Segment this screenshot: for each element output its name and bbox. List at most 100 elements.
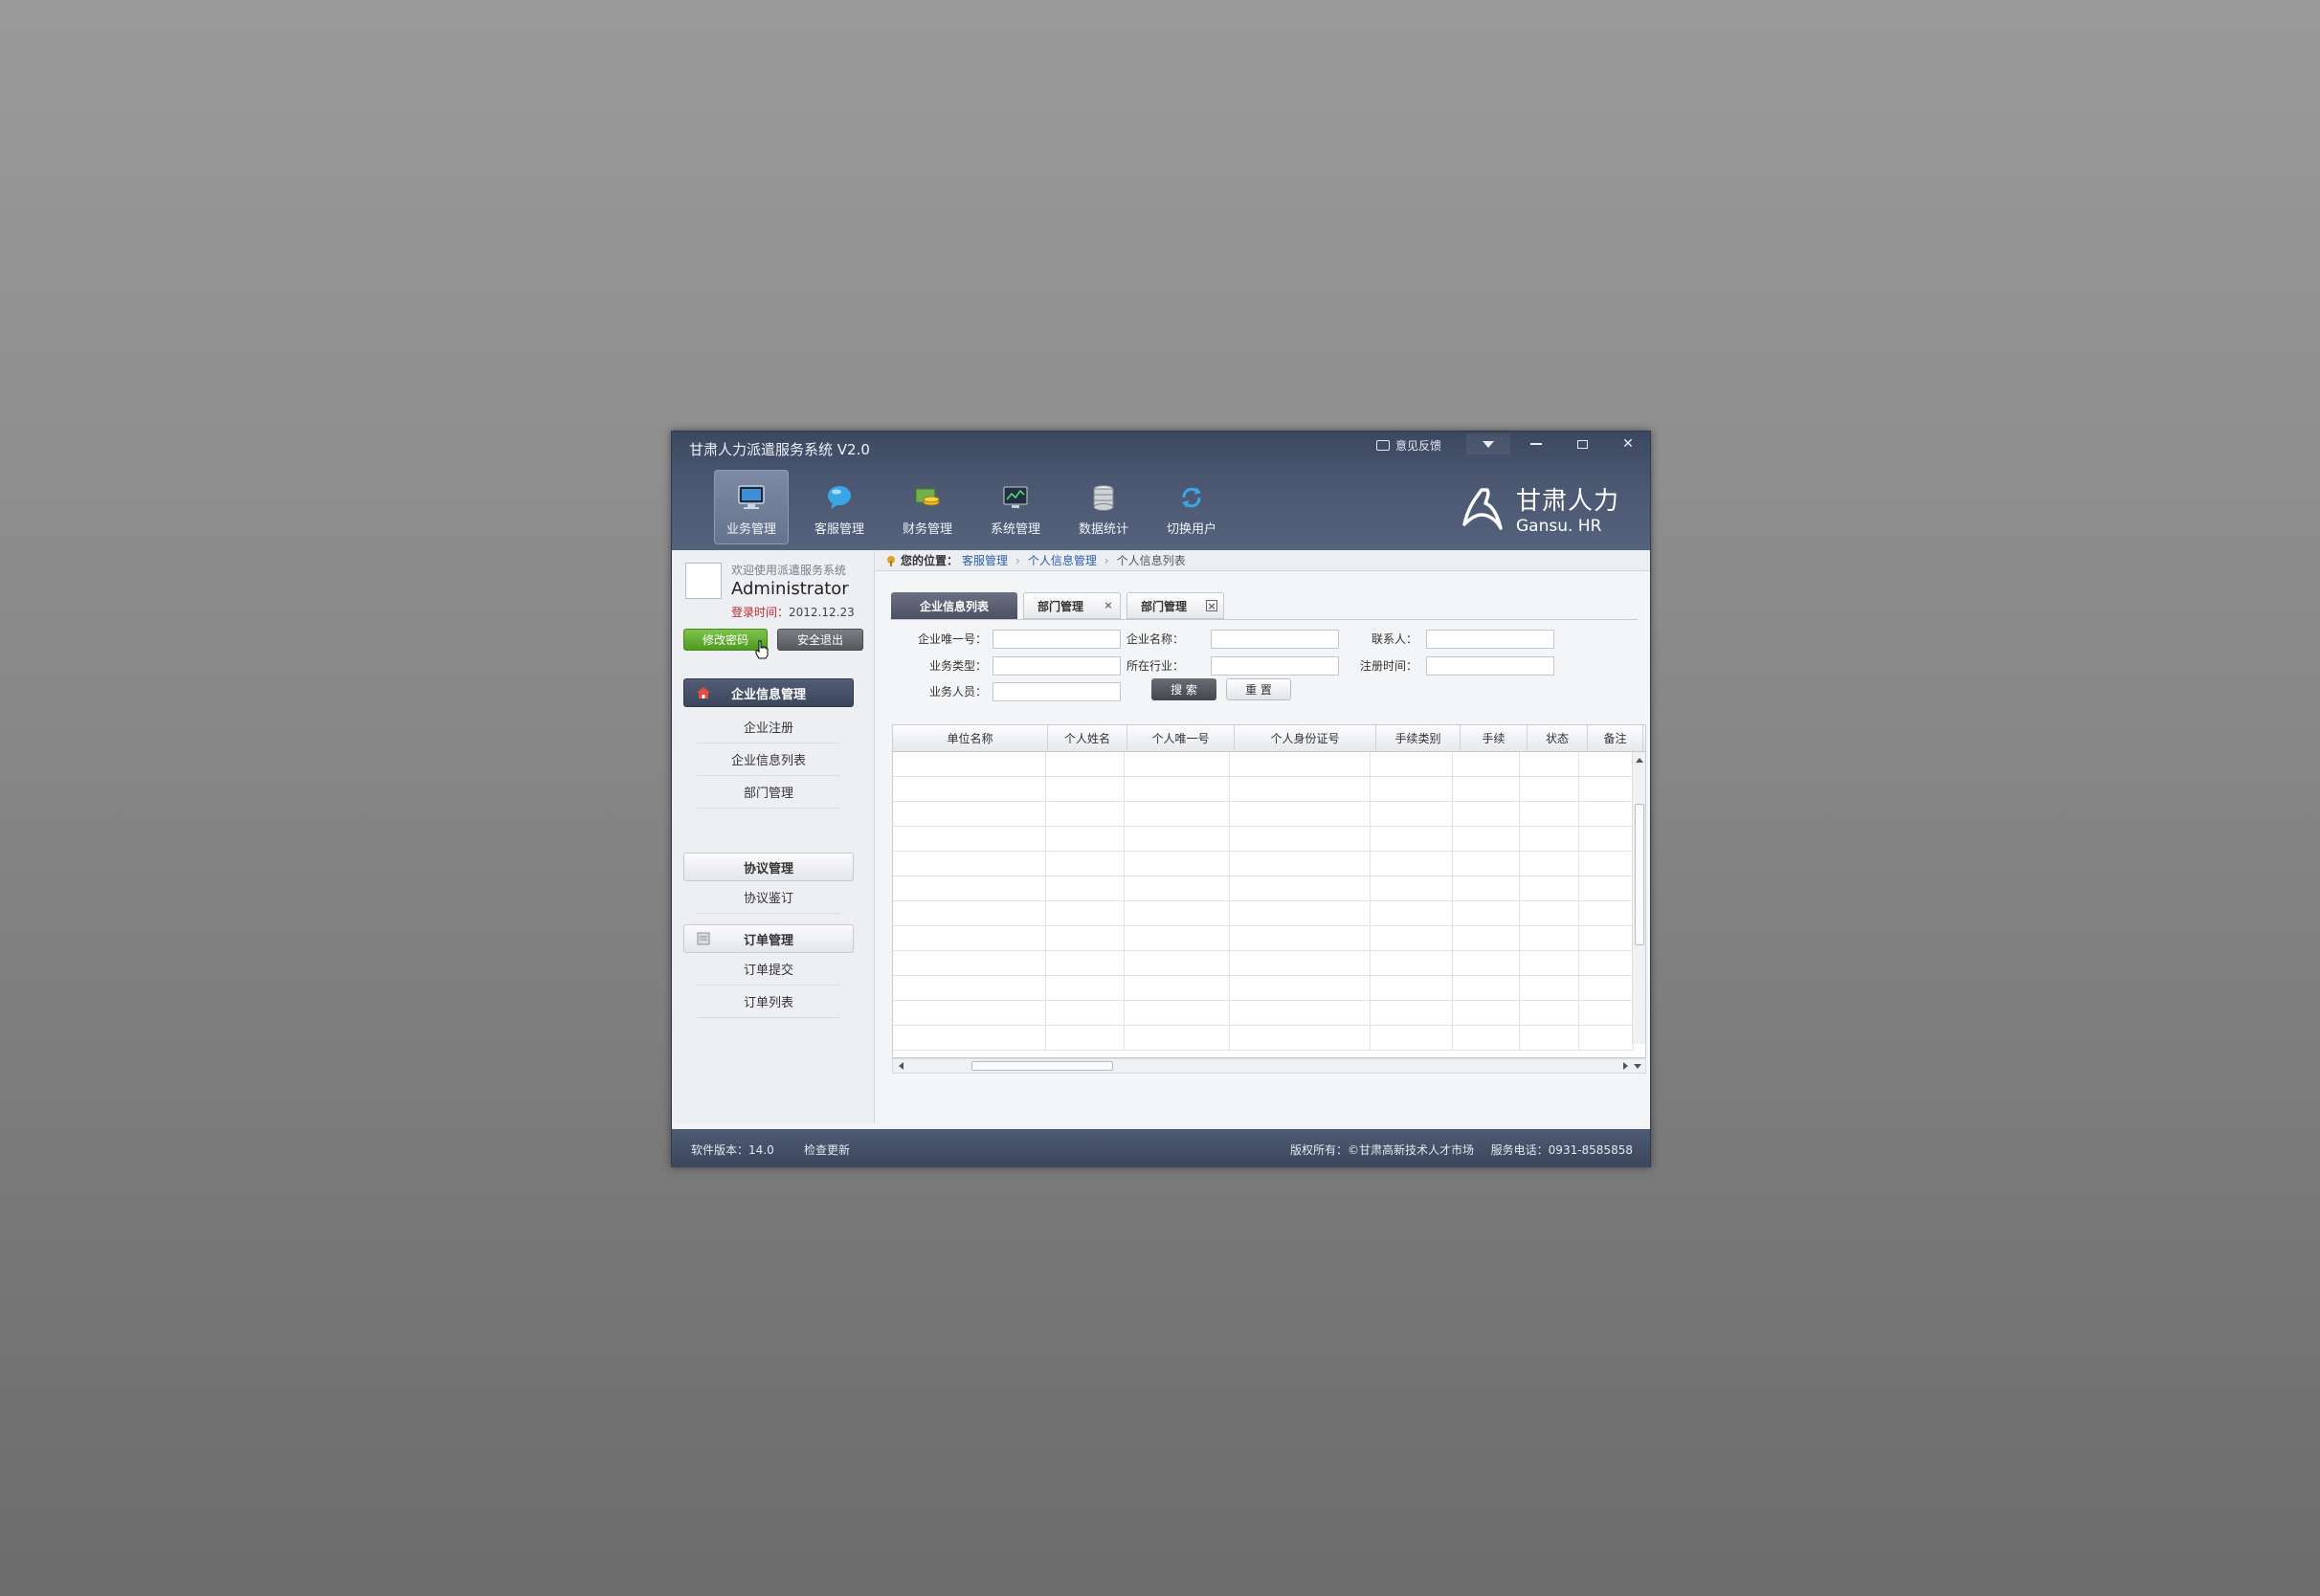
table-row[interactable] (893, 901, 1634, 926)
check-update-link[interactable]: 检查更新 (804, 1142, 850, 1158)
table-cell (1579, 1026, 1634, 1050)
field-label: 所在行业： (1126, 659, 1184, 673)
tab-close-icon[interactable]: × (1103, 600, 1114, 611)
main-nav: 业务管理 客服管理 财务管理 系统管理 数据统计 切换用户 (714, 470, 1229, 544)
scroll-left-icon[interactable] (899, 1062, 903, 1070)
app-window: 甘肃人力派遣服务系统 V2.0 意见反馈 ✕ 业务管理 客服管理 财务管理 系统… (671, 431, 1651, 1167)
table-row[interactable] (893, 752, 1634, 777)
nav-business[interactable]: 业务管理 (714, 470, 789, 544)
table-cell (893, 901, 1046, 925)
restore-icon (1576, 439, 1588, 449)
close-button[interactable]: ✕ (1606, 433, 1650, 454)
scroll-thumb[interactable] (1635, 804, 1644, 945)
table-row[interactable] (893, 802, 1634, 827)
table-cell (1371, 752, 1454, 776)
table-cell (1579, 876, 1634, 900)
logout-button[interactable]: 安全退出 (777, 629, 863, 651)
search-button[interactable]: 搜 索 (1151, 678, 1216, 700)
scroll-right-icon[interactable] (1623, 1062, 1628, 1070)
nav-finance[interactable]: 财务管理 (890, 470, 965, 544)
nav-switch-user[interactable]: 切换用户 (1154, 470, 1229, 544)
scroll-down-icon[interactable] (1634, 1064, 1641, 1069)
table-cell (1046, 777, 1125, 801)
breadcrumb-item[interactable]: 个人信息管理 (1028, 552, 1097, 568)
sidebar-item-department[interactable]: 部门管理 (697, 776, 840, 809)
home-icon (697, 687, 710, 698)
table-cell (1125, 802, 1231, 826)
reset-button[interactable]: 重 置 (1226, 678, 1291, 700)
business-staff-input[interactable] (993, 682, 1121, 701)
table-cell (1453, 1001, 1520, 1025)
hand-cursor-icon (755, 640, 769, 659)
table-row[interactable] (893, 876, 1634, 901)
sidebar-group-title: 企业信息管理 (730, 687, 806, 702)
table-row[interactable] (893, 926, 1634, 951)
restore-button[interactable] (1560, 433, 1604, 454)
table-row[interactable] (893, 1001, 1634, 1026)
nav-system[interactable]: 系统管理 (978, 470, 1053, 544)
industry-input[interactable] (1211, 656, 1339, 676)
column-header[interactable]: 单位名称 (893, 725, 1048, 751)
sidebar-item-order-list[interactable]: 订单列表 (697, 986, 840, 1018)
sidebar-item-agreement-sign[interactable]: 协议鉴订 (697, 881, 840, 914)
table-cell (1371, 827, 1454, 851)
table-cell (1125, 976, 1231, 1000)
table-row[interactable] (893, 951, 1634, 976)
table-cell (1230, 752, 1371, 776)
table-row[interactable] (893, 1026, 1634, 1051)
close-icon: ✕ (1622, 436, 1634, 452)
table-cell (1579, 852, 1634, 876)
sidebar-item-order-submit[interactable]: 订单提交 (697, 953, 840, 986)
horizontal-scrollbar[interactable] (892, 1058, 1646, 1074)
tab-divider (891, 619, 1638, 620)
dropdown-arrow-icon (1483, 440, 1494, 448)
table-cell (1453, 777, 1520, 801)
table-cell (1046, 752, 1125, 776)
table-row[interactable] (893, 827, 1634, 852)
window-menu-button[interactable] (1466, 433, 1510, 454)
sidebar-item-enterprise-register[interactable]: 企业注册 (697, 711, 840, 743)
feedback-button[interactable]: 意见反馈 (1376, 437, 1441, 454)
table-cell (1453, 852, 1520, 876)
column-header[interactable]: 手续 (1461, 725, 1528, 751)
table-row[interactable] (893, 852, 1634, 876)
sidebar-group-agreement[interactable]: 协议管理 (683, 853, 854, 881)
table-cell (1230, 852, 1371, 876)
table-cell (1371, 1001, 1454, 1025)
table-row[interactable] (893, 976, 1634, 1001)
nav-statistics[interactable]: 数据统计 (1066, 470, 1141, 544)
breadcrumb-separator: › (1104, 553, 1109, 567)
column-header[interactable]: 个人姓名 (1048, 725, 1127, 751)
table-cell (893, 1026, 1046, 1050)
register-time-input[interactable] (1426, 656, 1554, 676)
table-cell (1371, 876, 1454, 900)
document-icon (697, 932, 710, 945)
table-cell (1579, 827, 1634, 851)
column-header[interactable]: 备注 (1588, 725, 1643, 751)
sidebar-group-order[interactable]: 订单管理 (683, 924, 854, 953)
table-cell (1046, 976, 1125, 1000)
table-cell (1579, 777, 1634, 801)
table-cell (1520, 901, 1579, 925)
column-header[interactable]: 手续类别 (1376, 725, 1461, 751)
tab-enterprise-list[interactable]: 企业信息列表 (891, 592, 1017, 619)
tab-department-2[interactable]: 部门管理 × (1127, 592, 1224, 619)
scroll-up-icon[interactable] (1636, 758, 1643, 763)
sidebar-item-enterprise-list[interactable]: 企业信息列表 (697, 743, 840, 776)
tab-close-icon[interactable]: × (1206, 600, 1217, 611)
contact-input[interactable] (1426, 630, 1554, 649)
sidebar-group-enterprise[interactable]: 企业信息管理 (683, 678, 854, 707)
vertical-scrollbar[interactable] (1632, 752, 1645, 1044)
breadcrumb-item[interactable]: 客服管理 (962, 552, 1008, 568)
table-row[interactable] (893, 777, 1634, 802)
scroll-thumb[interactable] (971, 1061, 1113, 1071)
nav-customer-service[interactable]: 客服管理 (802, 470, 877, 544)
enterprise-name-input[interactable] (1211, 630, 1339, 649)
column-header[interactable]: 状态 (1528, 725, 1588, 751)
column-header[interactable]: 个人身份证号 (1235, 725, 1376, 751)
minimize-button[interactable] (1514, 433, 1558, 454)
column-header[interactable]: 个人唯一号 (1127, 725, 1235, 751)
table-cell (1453, 802, 1520, 826)
tab-department-1[interactable]: 部门管理 × (1023, 592, 1121, 619)
table-cell (1230, 827, 1371, 851)
